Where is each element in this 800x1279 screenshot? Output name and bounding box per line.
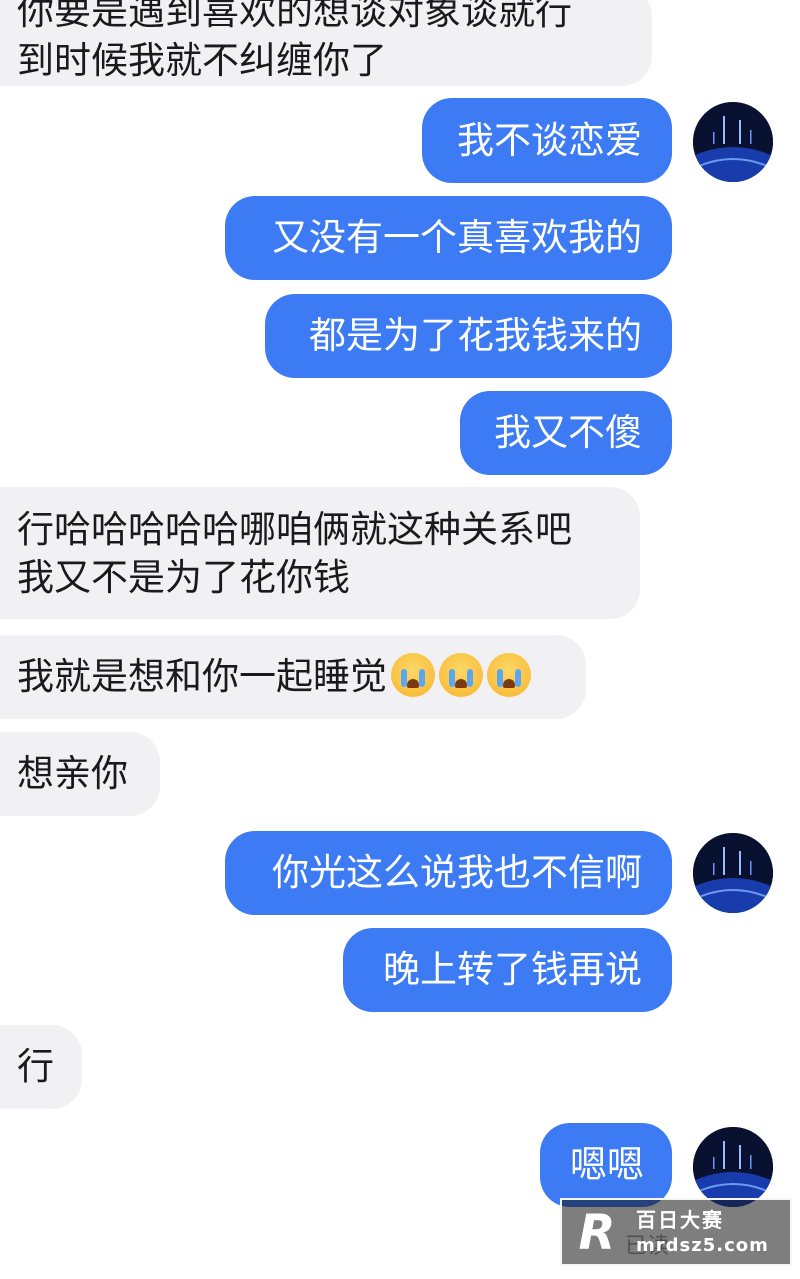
message-text: 我不谈恋爱 [457, 119, 642, 162]
message-text: 想亲你 [17, 752, 128, 795]
incoming-message[interactable]: 行 [0, 1025, 82, 1109]
outgoing-message[interactable]: 我又不傻 [460, 391, 672, 475]
message-text: 又没有一个真喜欢我的 [272, 216, 642, 259]
outgoing-message[interactable]: 都是为了花我钱来的 [265, 294, 672, 378]
watermark: R 百日大赛 mrdsz5.com [560, 1198, 792, 1266]
night-city-lights-icon [693, 102, 773, 182]
crying-face-icon [391, 653, 435, 697]
my-avatar[interactable] [693, 1127, 773, 1207]
message-text: 都是为了花我钱来的 [309, 314, 642, 357]
outgoing-message[interactable]: 嗯嗯 [540, 1123, 672, 1207]
chat-message-list[interactable]: 你要是遇到喜欢的想谈对象谈就行 到时候我就不纠缠你了 我不谈恋爱 又没有一个真喜… [0, 0, 800, 1279]
night-city-lights-icon [693, 1127, 773, 1207]
message-text: 我又不傻 [494, 411, 642, 454]
incoming-message[interactable]: 你要是遇到喜欢的想谈对象谈就行 到时候我就不纠缠你了 [0, 0, 652, 86]
outgoing-message[interactable]: 又没有一个真喜欢我的 [225, 196, 672, 280]
message-line: 你要是遇到喜欢的想谈对象谈就行 [17, 0, 572, 33]
my-avatar[interactable] [693, 833, 773, 913]
watermark-domain: mrdsz5.com [636, 1235, 769, 1256]
message-line: 我又不是为了花你钱 [17, 556, 350, 599]
outgoing-message[interactable]: 我不谈恋爱 [422, 98, 672, 183]
night-city-lights-icon [693, 833, 773, 913]
crying-face-icon [439, 653, 483, 697]
message-text: 我就是想和你一起睡觉 [17, 655, 387, 698]
watermark-title: 百日大赛 [636, 1208, 724, 1232]
incoming-message[interactable]: 想亲你 [0, 732, 160, 816]
message-text: 晚上转了钱再说 [383, 948, 642, 991]
message-text: 你光这么说我也不信啊 [272, 851, 642, 894]
my-avatar[interactable] [693, 102, 773, 182]
incoming-message[interactable]: 行哈哈哈哈哈哪咱俩就这种关系吧 我又不是为了花你钱 [0, 487, 640, 619]
message-line: 到时候我就不纠缠你了 [17, 39, 387, 82]
watermark-logo: R [578, 1205, 616, 1261]
outgoing-message[interactable]: 晚上转了钱再说 [343, 928, 672, 1012]
outgoing-message[interactable]: 你光这么说我也不信啊 [225, 831, 672, 915]
message-line: 行哈哈哈哈哈哪咱俩就这种关系吧 [17, 508, 572, 551]
incoming-message[interactable]: 我就是想和你一起睡觉 [0, 635, 586, 719]
message-text: 嗯嗯 [570, 1143, 644, 1186]
message-text: 行 [17, 1045, 54, 1088]
crying-face-icon [487, 653, 531, 697]
